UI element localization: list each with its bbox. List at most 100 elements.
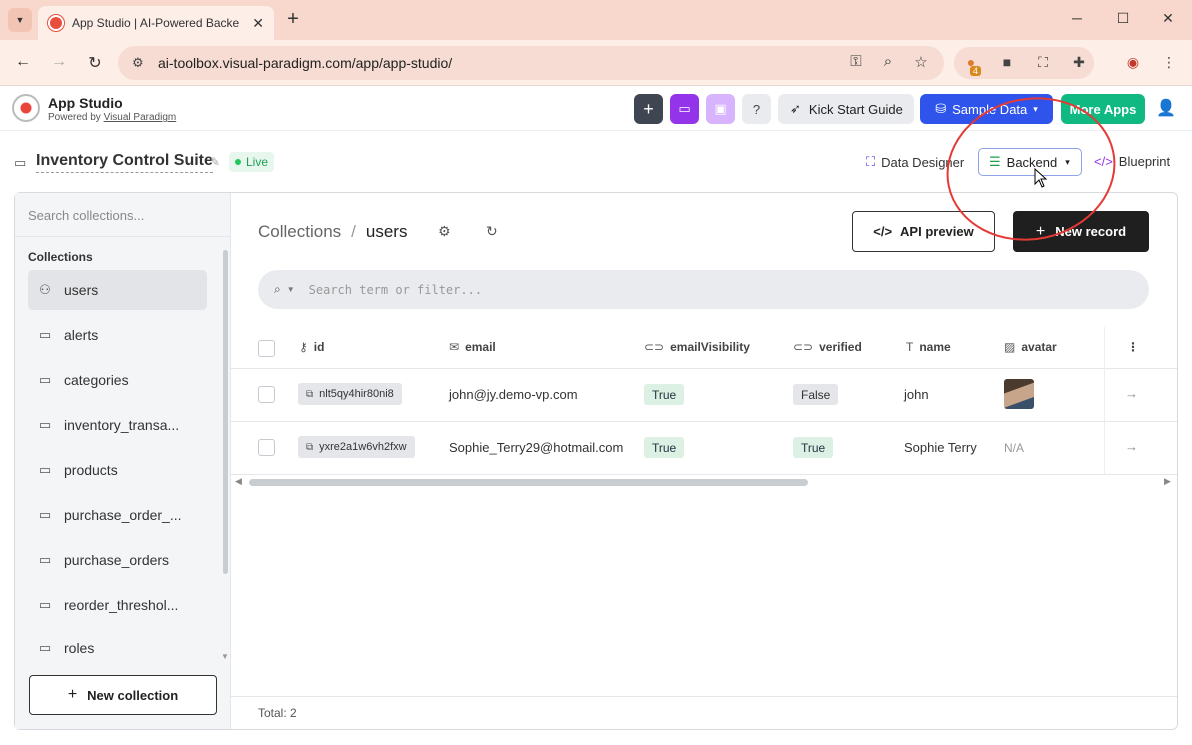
new-collection-button[interactable]: + New collection <box>29 675 217 715</box>
column-header-name[interactable]: Tname <box>906 340 951 354</box>
kick-start-guide-button[interactable]: ➶ Kick Start Guide <box>778 94 914 124</box>
key-icon: ⚷ <box>299 340 308 354</box>
email-cell: Sophie_Terry29@hotmail.com <box>449 440 624 455</box>
scroll-down-arrow-icon[interactable]: ▼ <box>221 652 229 661</box>
folder-icon: ▭ <box>38 552 52 567</box>
minimize-icon[interactable]: ─ <box>1067 10 1087 26</box>
new-tab-button[interactable]: + <box>282 8 304 30</box>
chevron-down-icon: ▼ <box>15 15 25 25</box>
sidebar-item-label: roles <box>64 640 95 656</box>
name-cell: john <box>904 387 929 402</box>
sidebar-item-products[interactable]: ▭ products <box>28 450 207 490</box>
table-divider <box>231 421 1177 422</box>
bookmark-star-icon[interactable]: ☆ <box>911 53 931 71</box>
close-tab-icon[interactable]: ✕ <box>252 15 264 32</box>
record-id-copy[interactable]: ⧉ nlt5qy4hir80ni8 <box>298 383 402 405</box>
window-icon: ▭ <box>14 155 27 170</box>
maximize-icon[interactable]: ☐ <box>1113 10 1133 27</box>
breadcrumb-root[interactable]: Collections <box>258 222 341 241</box>
column-header-avatar[interactable]: ▨ avatar <box>1004 340 1057 354</box>
site-info-icon[interactable]: ⚙ <box>132 55 148 71</box>
edit-pencil-icon[interactable]: ✎ <box>210 155 220 169</box>
zoom-icon[interactable]: ⌕ <box>878 53 898 70</box>
avatar-empty-text: N/A <box>1004 441 1025 455</box>
table-divider <box>231 368 1177 369</box>
scroll-left-arrow-icon[interactable]: ◀ <box>235 476 242 487</box>
sidebar-item-label: users <box>64 282 99 298</box>
url-text: ai-toolbox.visual-paradigm.com/app/app-s… <box>158 55 453 71</box>
browser-tab[interactable]: App Studio | AI-Powered Backe ✕ <box>38 6 274 40</box>
screenshot-icon[interactable]: ⛶ <box>1033 54 1053 71</box>
sidebar-item-roles[interactable]: ▭ roles <box>28 630 207 666</box>
open-record-arrow-icon[interactable]: → <box>1125 439 1138 454</box>
sidebar-item-label: purchase_orders <box>64 552 170 568</box>
reload-icon[interactable]: ↻ <box>85 53 105 73</box>
profile-icon[interactable]: ◉ <box>1123 54 1143 71</box>
open-record-arrow-icon[interactable]: → <box>1125 386 1138 401</box>
address-bar[interactable]: ⚙ ai-toolbox.visual-paradigm.com/app/app… <box>118 46 944 80</box>
refresh-icon[interactable]: ↻ <box>486 223 498 240</box>
browser-menu-icon[interactable]: ⋮ <box>1159 54 1179 71</box>
avatar <box>1004 379 1034 409</box>
record-id-copy[interactable]: ⧉ yxre2a1w6vh2fxw <box>298 436 415 458</box>
settings-gear-icon[interactable]: ⚙ <box>438 223 451 240</box>
record-id: nlt5qy4hir80ni8 <box>319 388 394 400</box>
database-icon: ⛁ <box>935 101 947 116</box>
brand-title: App Studio <box>48 95 123 111</box>
column-header-verified[interactable]: ⊂⊃ verified <box>793 340 862 354</box>
user-account-icon[interactable]: 👤 <box>1156 98 1176 118</box>
help-icon: ? <box>752 101 761 117</box>
sidebar-scrollbar[interactable] <box>223 250 228 574</box>
row-checkbox[interactable] <box>258 439 275 456</box>
sidebar-item-purchase-orders[interactable]: ▭ purchase_orders <box>28 540 207 580</box>
brand-subtitle: Powered by Visual Paradigm <box>48 112 176 123</box>
table-horizontal-scrollbar[interactable] <box>249 479 808 486</box>
table-divider <box>231 474 1177 475</box>
column-options-icon[interactable]: ⋮ <box>1127 340 1139 354</box>
text-type-icon: T <box>906 340 914 354</box>
new-collection-label: New collection <box>87 687 179 703</box>
back-icon[interactable]: ← <box>13 53 33 71</box>
add-button[interactable]: + <box>634 94 663 124</box>
breadcrumb-current: users <box>365 222 408 241</box>
extension-badge: 4 <box>970 66 982 76</box>
verified-badge: True <box>793 437 834 458</box>
sidebar-item-purchase-order-items[interactable]: ▭ purchase_order_... <box>28 495 207 535</box>
sidebar-item-alerts[interactable]: ▭ alerts <box>28 315 207 355</box>
sidebar-item-label: purchase_order_... <box>64 507 182 523</box>
column-header-emailVisibility[interactable]: ⊂⊃ emailVisibility <box>644 340 750 354</box>
password-key-icon[interactable]: ⚿ <box>846 53 866 70</box>
sidebar-item-label: products <box>64 462 118 478</box>
row-checkbox[interactable] <box>258 386 275 403</box>
tab-list-button[interactable]: ▼ <box>8 8 32 32</box>
save-icon: ▣ <box>714 101 727 116</box>
sidebar-item-label: inventory_transa... <box>64 417 180 433</box>
forward-icon[interactable]: → <box>49 53 69 71</box>
column-header-id[interactable]: ⚷ id <box>299 340 324 354</box>
save-button[interactable]: ▣ <box>706 94 735 124</box>
app-logo <box>12 94 40 122</box>
puzzle-extensions-icon[interactable]: ✚ <box>1069 54 1089 71</box>
sidebar-item-reorder-thresholds[interactable]: ▭ reorder_threshol... <box>28 585 207 625</box>
column-header-email[interactable]: ✉ email <box>449 340 496 354</box>
copy-icon: ⧉ <box>306 441 314 453</box>
chevron-down-icon[interactable]: ▼ <box>287 285 295 294</box>
collection-search-input[interactable]: Search collections... <box>15 193 231 237</box>
rocket-icon: ➶ <box>790 101 801 116</box>
select-all-checkbox[interactable] <box>258 340 275 357</box>
help-button[interactable]: ? <box>742 94 771 124</box>
plus-icon: + <box>67 686 78 703</box>
live-label: Live <box>246 155 269 169</box>
chat-extension-icon[interactable]: ■ <box>997 54 1017 70</box>
visual-paradigm-link[interactable]: Visual Paradigm <box>104 112 177 123</box>
folder-icon: ▭ <box>38 327 52 342</box>
sidebar-item-users[interactable]: ⚇ users <box>28 270 207 310</box>
sidebar-item-inventory-transactions[interactable]: ▭ inventory_transa... <box>28 405 207 445</box>
open-folder-button[interactable]: ▭ <box>670 94 699 124</box>
filter-search-input[interactable]: ⌕ ▼ Search term or filter... <box>258 270 1149 309</box>
app-favicon-icon <box>48 15 64 31</box>
project-title[interactable]: Inventory Control Suite <box>36 152 213 173</box>
sidebar-item-categories[interactable]: ▭ categories <box>28 360 207 400</box>
scroll-right-arrow-icon[interactable]: ▶ <box>1164 476 1171 487</box>
close-window-icon[interactable]: ✕ <box>1158 10 1178 27</box>
